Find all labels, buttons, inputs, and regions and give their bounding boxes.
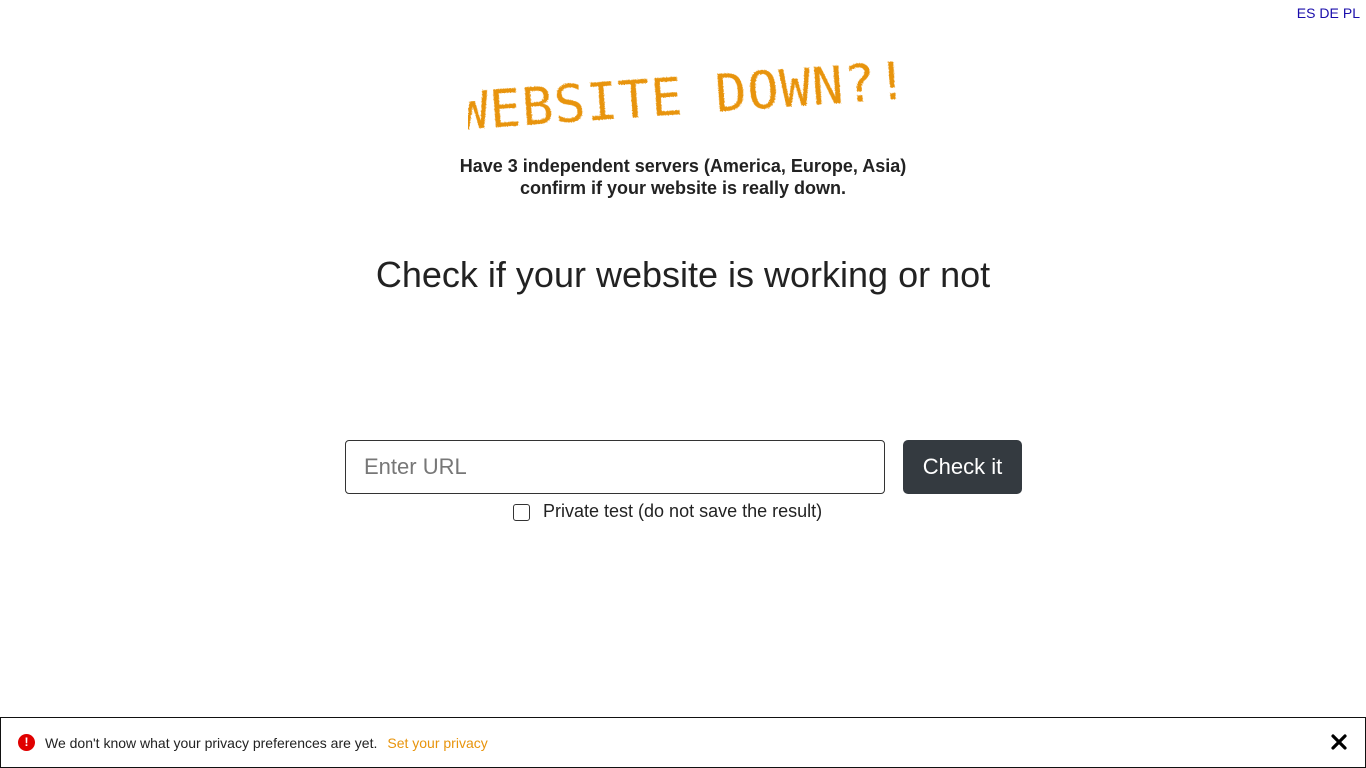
privacy-banner: ! We don't know what your privacy prefer… — [0, 717, 1366, 768]
site-logo[interactable]: WEBSITE DOWN?! — [0, 52, 1366, 132]
check-it-button[interactable]: Check it — [903, 440, 1022, 494]
logo-text: WEBSITE DOWN?! — [468, 52, 898, 132]
language-link-pl[interactable]: PL — [1343, 5, 1360, 21]
url-input[interactable] — [345, 440, 885, 494]
language-switcher: ES DE PL — [1297, 5, 1360, 21]
page: ES DE PL WEBSITE DOWN?! Have 3 independe… — [0, 0, 1366, 768]
set-privacy-link[interactable]: Set your privacy — [387, 735, 487, 751]
private-test-checkbox[interactable] — [513, 504, 530, 521]
language-link-de[interactable]: DE — [1319, 5, 1338, 21]
language-link-es[interactable]: ES — [1297, 5, 1316, 21]
privacy-message: We don't know what your privacy preferen… — [45, 734, 378, 751]
exclamation-circle-icon: ! — [18, 734, 35, 751]
page-headline: Check if your website is working or not — [375, 254, 991, 295]
tagline: Have 3 independent servers (America, Eur… — [0, 155, 1366, 199]
tagline-line-1: Have 3 independent servers (America, Eur… — [459, 156, 907, 176]
close-icon[interactable] — [1330, 733, 1348, 751]
logo-wordmark: WEBSITE DOWN?! — [468, 52, 898, 132]
private-test-option[interactable]: Private test (do not save the result) — [513, 501, 822, 522]
tagline-line-2: confirm if your website is really down. — [519, 178, 847, 198]
private-test-label: Private test (do not save the result) — [543, 501, 823, 521]
